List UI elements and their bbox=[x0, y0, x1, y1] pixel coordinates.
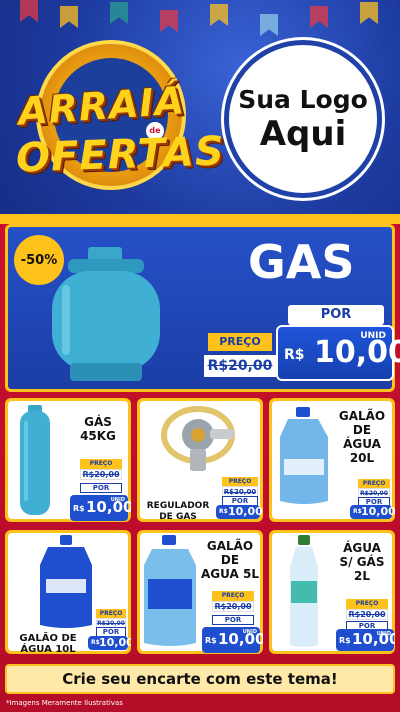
mini-old-price: R$20,00 bbox=[80, 469, 122, 480]
cta-banner[interactable]: Crie seu encarte com este tema! bbox=[5, 664, 395, 694]
unit-label: UNID bbox=[242, 629, 257, 635]
water-bottle-image bbox=[290, 535, 318, 647]
product-card-galao-10l[interactable]: GALÃO DE ÁGUA 10L PREÇO R$20,00 POR R$ 1… bbox=[5, 530, 131, 654]
mini-old-price: R$20,00 bbox=[346, 609, 388, 620]
festa-flag bbox=[360, 2, 378, 24]
logo-text-line1: Sua Logo bbox=[238, 84, 368, 114]
currency-symbol: R$ bbox=[73, 504, 85, 513]
festa-flag bbox=[260, 14, 278, 36]
arraia-ofertas-logo: ARRAIÁ de OFERTAS bbox=[8, 32, 225, 202]
product-title-line2: DE bbox=[220, 553, 240, 567]
mini-price-tag: R$ 10,00 UNID bbox=[202, 627, 263, 653]
unit-label: UNID bbox=[110, 497, 125, 503]
mini-price-tag: R$ 10,00 bbox=[350, 505, 395, 519]
mini-preco-label: PREÇO bbox=[212, 591, 254, 601]
product-title-line2: ÁGUA 10L bbox=[20, 644, 76, 654]
regulator-image bbox=[161, 406, 235, 471]
product-title-line2: S/ GÁS bbox=[339, 555, 385, 569]
product-card-gas-45kg[interactable]: GÁS 45KG PREÇO R$20,00 POR R$ 10,00 UNID bbox=[5, 398, 131, 522]
festa-flag bbox=[60, 6, 78, 28]
mini-price-value: 10,00 bbox=[228, 505, 263, 518]
logo-text-line2: Aqui bbox=[259, 113, 347, 154]
hero-offer[interactable]: -50% GAS POR PREÇO R$20,00 R$ 10,00 UNID bbox=[5, 224, 400, 392]
hero-title: GAS bbox=[248, 235, 355, 289]
product-title-line1: GALÃO DE bbox=[19, 633, 77, 644]
festa-flag bbox=[110, 2, 128, 24]
product-card-galao-20l[interactable]: GALÃO DE ÁGUA 20L PREÇO R$20,00 POR R$ 1… bbox=[269, 398, 395, 522]
product-title-line3: AGUA 5L bbox=[201, 567, 259, 581]
unit-label: UNID bbox=[376, 631, 391, 637]
product-title-line2: 45KG bbox=[80, 429, 116, 443]
hero-preco-label: PREÇO bbox=[208, 333, 272, 351]
product-title-line2: DE bbox=[352, 423, 372, 437]
unit-label: UNID bbox=[360, 331, 386, 341]
water-jug-image bbox=[280, 407, 328, 504]
product-card-regulador[interactable]: REGULADOR DE GAS PREÇO R$20,00 POR R$ 10… bbox=[137, 398, 263, 522]
product-title-line2: DE GAS bbox=[159, 512, 197, 522]
card-body: GALÃO DE ÁGUA 20L PREÇO R$20,00 POR R$ 1… bbox=[272, 401, 395, 519]
product-title-line3: 2L bbox=[354, 569, 370, 583]
mini-preco-label: PREÇO bbox=[346, 599, 388, 609]
mini-old-price: R$20,00 bbox=[212, 601, 254, 612]
mini-price-value: 10,00 bbox=[99, 636, 131, 649]
tall-cylinder-image bbox=[20, 405, 50, 515]
card-body: REGULADOR DE GAS PREÇO R$20,00 POR R$ 10… bbox=[140, 401, 263, 522]
festa-flag bbox=[310, 6, 328, 28]
header-banner: ARRAIÁ de OFERTAS Sua Logo Aqui bbox=[0, 0, 400, 222]
gas-cylinder-image bbox=[52, 247, 160, 381]
product-card-galao-5l[interactable]: GALÃO DE AGUA 5L PREÇO R$20,00 POR R$ 10… bbox=[137, 530, 263, 654]
card-body: ÁGUA S/ GÁS 2L PREÇO R$20,00 POR R$ 10,0… bbox=[272, 533, 395, 651]
flyer-page: ARRAIÁ de OFERTAS Sua Logo Aqui -50% GAS… bbox=[0, 0, 400, 712]
festa-flag bbox=[210, 4, 228, 26]
card-body: GALÃO DE AGUA 5L PREÇO R$20,00 POR R$ 10… bbox=[140, 533, 263, 653]
product-title-line1: GALÃO bbox=[206, 539, 254, 553]
card-body: GÁS 45KG PREÇO R$20,00 POR R$ 10,00 UNID bbox=[8, 401, 131, 521]
currency-symbol: R$ bbox=[205, 636, 217, 645]
mini-por-label: POR bbox=[80, 483, 122, 493]
water-bottle-image bbox=[144, 535, 196, 646]
product-title-line1: REGULADOR bbox=[146, 501, 210, 511]
currency-symbol: R$ bbox=[284, 347, 305, 363]
mini-price-tag: R$ 10,00 UNID bbox=[70, 495, 131, 521]
mini-price-value: 10,00 bbox=[361, 505, 395, 518]
hero-price-value: 10,00 bbox=[314, 335, 400, 370]
hero-price-tag: R$ 10,00 UNID bbox=[276, 325, 400, 381]
mini-preco-label: PREÇO bbox=[80, 459, 122, 469]
discount-badge: -50% bbox=[14, 235, 64, 285]
mini-por-label: POR bbox=[212, 615, 254, 625]
festa-flag bbox=[20, 0, 38, 22]
disclaimer-text: *Imagens Meramente Ilustrativas bbox=[6, 699, 123, 707]
product-title-line1: GÁS bbox=[84, 415, 112, 429]
product-title-line1: GALÃO bbox=[338, 409, 386, 423]
mini-price-tag: R$ 10,00 bbox=[216, 505, 263, 519]
product-title-line3: ÁGUA 20L bbox=[343, 437, 381, 465]
product-card-agua-2l[interactable]: ÁGUA S/ GÁS 2L PREÇO R$20,00 POR R$ 10,0… bbox=[269, 530, 395, 654]
festa-flag bbox=[160, 10, 178, 32]
mini-price-tag: R$ 10,00 bbox=[88, 636, 131, 650]
mini-price-tag: R$ 10,00 UNID bbox=[336, 629, 395, 651]
currency-symbol: R$ bbox=[219, 508, 228, 515]
water-jug-image bbox=[40, 535, 92, 628]
product-title-line1: ÁGUA bbox=[343, 541, 381, 555]
hero-old-price: R$20,00 bbox=[204, 355, 276, 377]
currency-symbol: R$ bbox=[339, 636, 351, 645]
brand-line-2: OFERTAS bbox=[15, 128, 226, 182]
your-logo-placeholder[interactable]: Sua Logo Aqui bbox=[224, 40, 382, 198]
hero-por-label: POR bbox=[288, 305, 384, 325]
card-body: GALÃO DE ÁGUA 10L PREÇO R$20,00 POR R$ 1… bbox=[8, 533, 131, 654]
header-divider bbox=[0, 214, 400, 224]
